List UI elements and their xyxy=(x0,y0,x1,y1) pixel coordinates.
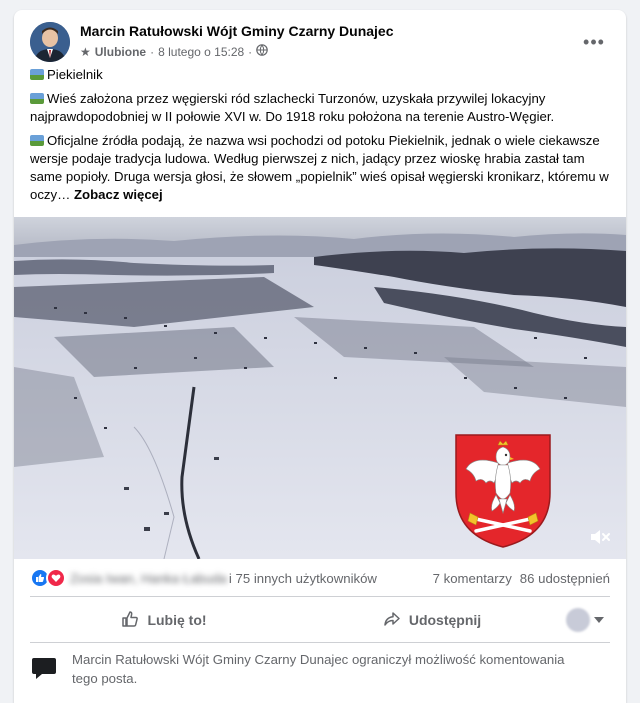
reacted-names[interactable]: Zosia Iwan, Hanka Łabuda xyxy=(70,571,227,586)
engagement-counts: 7 komentarzy 86 udostępnień xyxy=(433,571,610,586)
favorites-label[interactable]: Ulubione xyxy=(95,45,146,59)
post-video[interactable] xyxy=(14,217,626,559)
comments-restricted-notice: Marcin Ratułowski Wójt Gminy Czarny Duna… xyxy=(30,650,610,690)
post-title-line: Piekielnik xyxy=(30,66,614,84)
post-header: Marcin Ratułowski Wójt Gminy Czarny Duna… xyxy=(30,22,610,62)
dot-separator: · xyxy=(150,44,155,59)
post-text: Piekielnik Wieś założona przez węgierski… xyxy=(30,66,614,210)
post-date[interactable]: 8 lutego o 15:28 xyxy=(158,45,244,59)
star-icon: ★ xyxy=(80,44,91,59)
thumbs-up-icon xyxy=(121,610,139,631)
reacted-others[interactable]: i 75 innych użytkowników xyxy=(229,571,377,586)
paragraph-1-text: Wieś założona przez węgierski ród szlach… xyxy=(30,91,555,124)
action-bar: Lubię to! Udostępnij xyxy=(30,602,610,638)
coat-of-arms-icon xyxy=(455,434,551,548)
profile-thumbnail xyxy=(566,608,590,632)
landscape-emoji-icon xyxy=(30,93,44,104)
globe-icon[interactable] xyxy=(256,44,268,59)
author-name[interactable]: Marcin Ratułowski Wójt Gminy Czarny Duna… xyxy=(80,23,394,39)
post-paragraph-1: Wieś założona przez węgierski ród szlach… xyxy=(30,90,614,126)
share-button[interactable]: Udostępnij xyxy=(298,602,566,638)
share-label: Udostępnij xyxy=(408,612,482,628)
post-title: Piekielnik xyxy=(47,67,103,82)
like-button[interactable]: Lubię to! xyxy=(30,602,298,638)
see-more-link[interactable]: Zobacz więcej xyxy=(74,187,163,202)
landscape-emoji-icon xyxy=(30,135,44,146)
author-avatar[interactable] xyxy=(30,22,70,62)
share-arrow-icon xyxy=(383,610,401,631)
like-label: Lubię to! xyxy=(147,612,207,628)
reactions-bar: Zosia Iwan, Hanka Łabuda i 75 innych uży… xyxy=(30,566,610,590)
landscape-emoji-icon xyxy=(30,69,44,80)
notice-text: Marcin Ratułowski Wójt Gminy Czarny Duna… xyxy=(72,652,565,686)
speech-bubble-icon xyxy=(30,654,58,682)
love-reaction-icon xyxy=(46,568,66,588)
comments-count[interactable]: 7 komentarzy xyxy=(433,571,512,586)
more-options-icon[interactable]: ••• xyxy=(578,26,610,58)
post-card: Marcin Ratułowski Wójt Gminy Czarny Duna… xyxy=(14,10,626,703)
muted-speaker-icon[interactable] xyxy=(588,525,612,549)
audience-selector[interactable] xyxy=(566,608,610,632)
shares-count[interactable]: 86 udostępnień xyxy=(520,571,610,586)
divider xyxy=(30,596,610,597)
divider xyxy=(30,642,610,643)
dot-separator: · xyxy=(248,44,253,59)
post-paragraph-2: Oficjalne źródła podają, że nazwa wsi po… xyxy=(30,132,614,204)
chevron-down-icon xyxy=(594,617,604,623)
post-meta: ★ Ulubione · 8 lutego o 15:28 · xyxy=(80,44,268,59)
reaction-icons[interactable] xyxy=(30,568,66,588)
